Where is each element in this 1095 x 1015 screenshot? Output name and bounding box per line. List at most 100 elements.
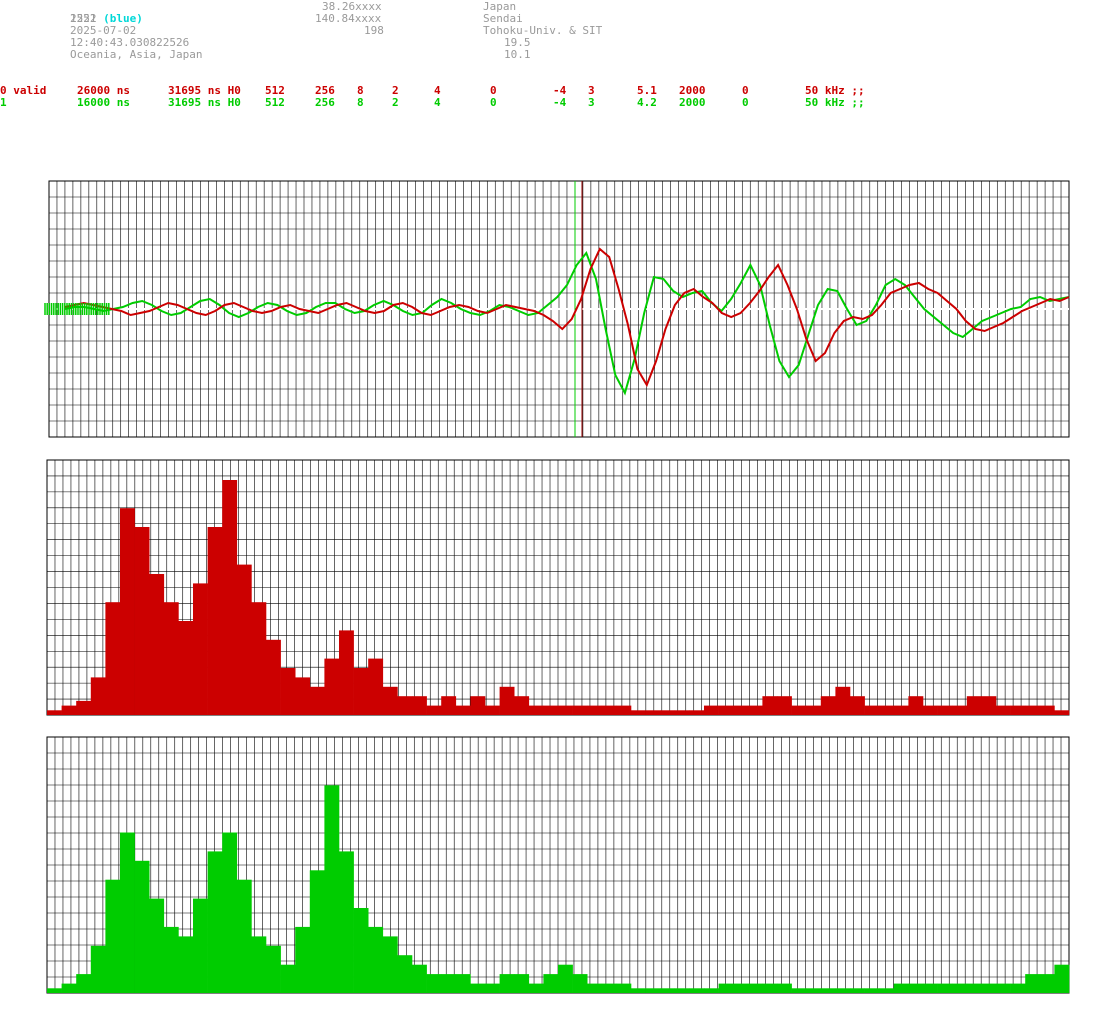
spectrum-red-bar — [660, 710, 676, 715]
spectrum-green-bar — [937, 983, 953, 993]
spectrum-green-bar — [178, 936, 194, 993]
spectrum-green-bar — [47, 988, 62, 993]
spectrum-red-bar — [120, 508, 135, 715]
spectrum-red-bar — [339, 630, 354, 715]
spectrum-green-bar — [455, 974, 471, 993]
spectrum-red-bar — [426, 705, 442, 715]
spectrum-red-bar — [528, 705, 544, 715]
spectrum-red-bar — [704, 705, 719, 715]
spectrum-red-bar — [762, 696, 778, 715]
spectrum-green-bar — [207, 851, 223, 993]
spectrum-red-bar — [806, 705, 822, 715]
spectrum-green-bar — [966, 983, 982, 993]
spectrum-red-bar — [879, 705, 895, 715]
spectrum-red-bar — [777, 696, 792, 715]
spectrum-green-bar — [382, 936, 398, 993]
spectrum-green-bar — [426, 974, 442, 993]
spectrum-green-bar — [660, 988, 676, 993]
spectrum-red-bar — [850, 696, 865, 715]
spectrum-red-bar — [747, 705, 763, 715]
spectrum-red-bar — [952, 705, 968, 715]
spectrum-green-bar — [835, 988, 851, 993]
spectrum-red-bar — [981, 696, 997, 715]
spectrum-red-bar — [835, 686, 851, 715]
spectrum-green-bar — [266, 945, 281, 993]
spectrum-red-bar — [893, 705, 909, 715]
spectrum-green-bar — [353, 908, 369, 993]
spectrum-green-bar — [236, 879, 252, 993]
spectrum-red-bar — [1054, 710, 1070, 715]
spectrum-red-bar — [163, 602, 179, 715]
spectrum-red-bar — [353, 668, 369, 715]
spectrum-red-bar — [674, 710, 690, 715]
spectrum-green-bar — [251, 936, 267, 993]
spectrum-red-bar — [718, 705, 734, 715]
spectrum-red-bar — [616, 705, 632, 715]
spectrum-red-bar — [441, 696, 457, 715]
spectrum-green-bar — [996, 983, 1011, 993]
spectrum-red-bar — [514, 696, 530, 715]
spectrum-green-bar — [704, 988, 719, 993]
spectrum-red-bar — [324, 658, 340, 715]
spectrum-green-bar — [587, 983, 603, 993]
spectrum-green-bar — [1039, 974, 1055, 993]
spectrum-green-bar — [105, 879, 121, 993]
spectrum-red-bar — [222, 480, 238, 715]
spectrum-red-bar — [572, 705, 588, 715]
spectrum-red-bar — [543, 705, 559, 715]
spectrum-red-bar — [645, 710, 661, 715]
spectrum-green-bar — [528, 983, 544, 993]
spectrum-green-bar — [806, 988, 822, 993]
spectrum-green-bar — [923, 983, 938, 993]
spectrum-red-bar — [499, 686, 515, 715]
spectrum-green-bar — [558, 964, 573, 993]
spectrum-red-bar — [149, 574, 165, 715]
spectrum-red-bar — [368, 658, 384, 715]
spectrum-green-bar — [689, 988, 705, 993]
spectrum-green-bar — [76, 974, 92, 993]
spectrum-green-bar — [674, 988, 690, 993]
spectrum-green-bar — [543, 974, 559, 993]
spectrum-red-bar — [266, 639, 281, 715]
spectrum-green-bar — [149, 898, 165, 993]
spectrum-red-bar — [601, 705, 617, 715]
spectrum-red-bar — [1039, 705, 1055, 715]
spectrum-green-bar — [470, 983, 486, 993]
spectrum-red-bar — [864, 705, 880, 715]
spectrum-red-bar — [1010, 705, 1026, 715]
spectrum-green-bar — [412, 964, 427, 993]
spectrum-green-bar — [850, 988, 865, 993]
spectrum-red-bar — [412, 696, 427, 715]
spectrum-red-bar — [908, 696, 924, 715]
spectrum-green-bar — [1025, 974, 1041, 993]
spectrum-green-bar — [280, 964, 296, 993]
spectrum-green-bar — [1010, 983, 1026, 993]
spectrum-green-bar — [90, 945, 106, 993]
spectrum-green-bar — [339, 851, 354, 993]
spectrum-green-bar — [820, 988, 836, 993]
spectrum-green-bar — [747, 983, 763, 993]
spectrum-green-bar — [762, 983, 778, 993]
spectrum-green-bar — [791, 988, 807, 993]
spectrum-red-bar — [309, 686, 325, 715]
spectrum-green-bar — [572, 974, 588, 993]
spectrum-red-bar — [937, 705, 953, 715]
spectrum-green-bar — [499, 974, 515, 993]
spectrum-red-bar — [996, 705, 1011, 715]
spectrum-green-bar — [61, 983, 77, 993]
spectrum-green-bar — [441, 974, 457, 993]
spectrum-red-bar — [1025, 705, 1041, 715]
spectrum-red-bar — [90, 677, 106, 715]
spectrum-green-bar — [397, 955, 413, 993]
spectrum-red-bar — [820, 696, 836, 715]
spectrum-red-bar — [587, 705, 603, 715]
spectrum-red-bar — [295, 677, 311, 715]
spectrum-green-bar — [616, 983, 632, 993]
spectrum-red-bar — [631, 710, 646, 715]
spectrum-red-bar — [382, 686, 398, 715]
spectrum-red-bar — [134, 527, 150, 715]
spectrum-red-bar — [558, 705, 573, 715]
spectrum-green-bar — [864, 988, 880, 993]
spectrum-green-bar — [733, 983, 749, 993]
spectrum-red-bar — [689, 710, 705, 715]
